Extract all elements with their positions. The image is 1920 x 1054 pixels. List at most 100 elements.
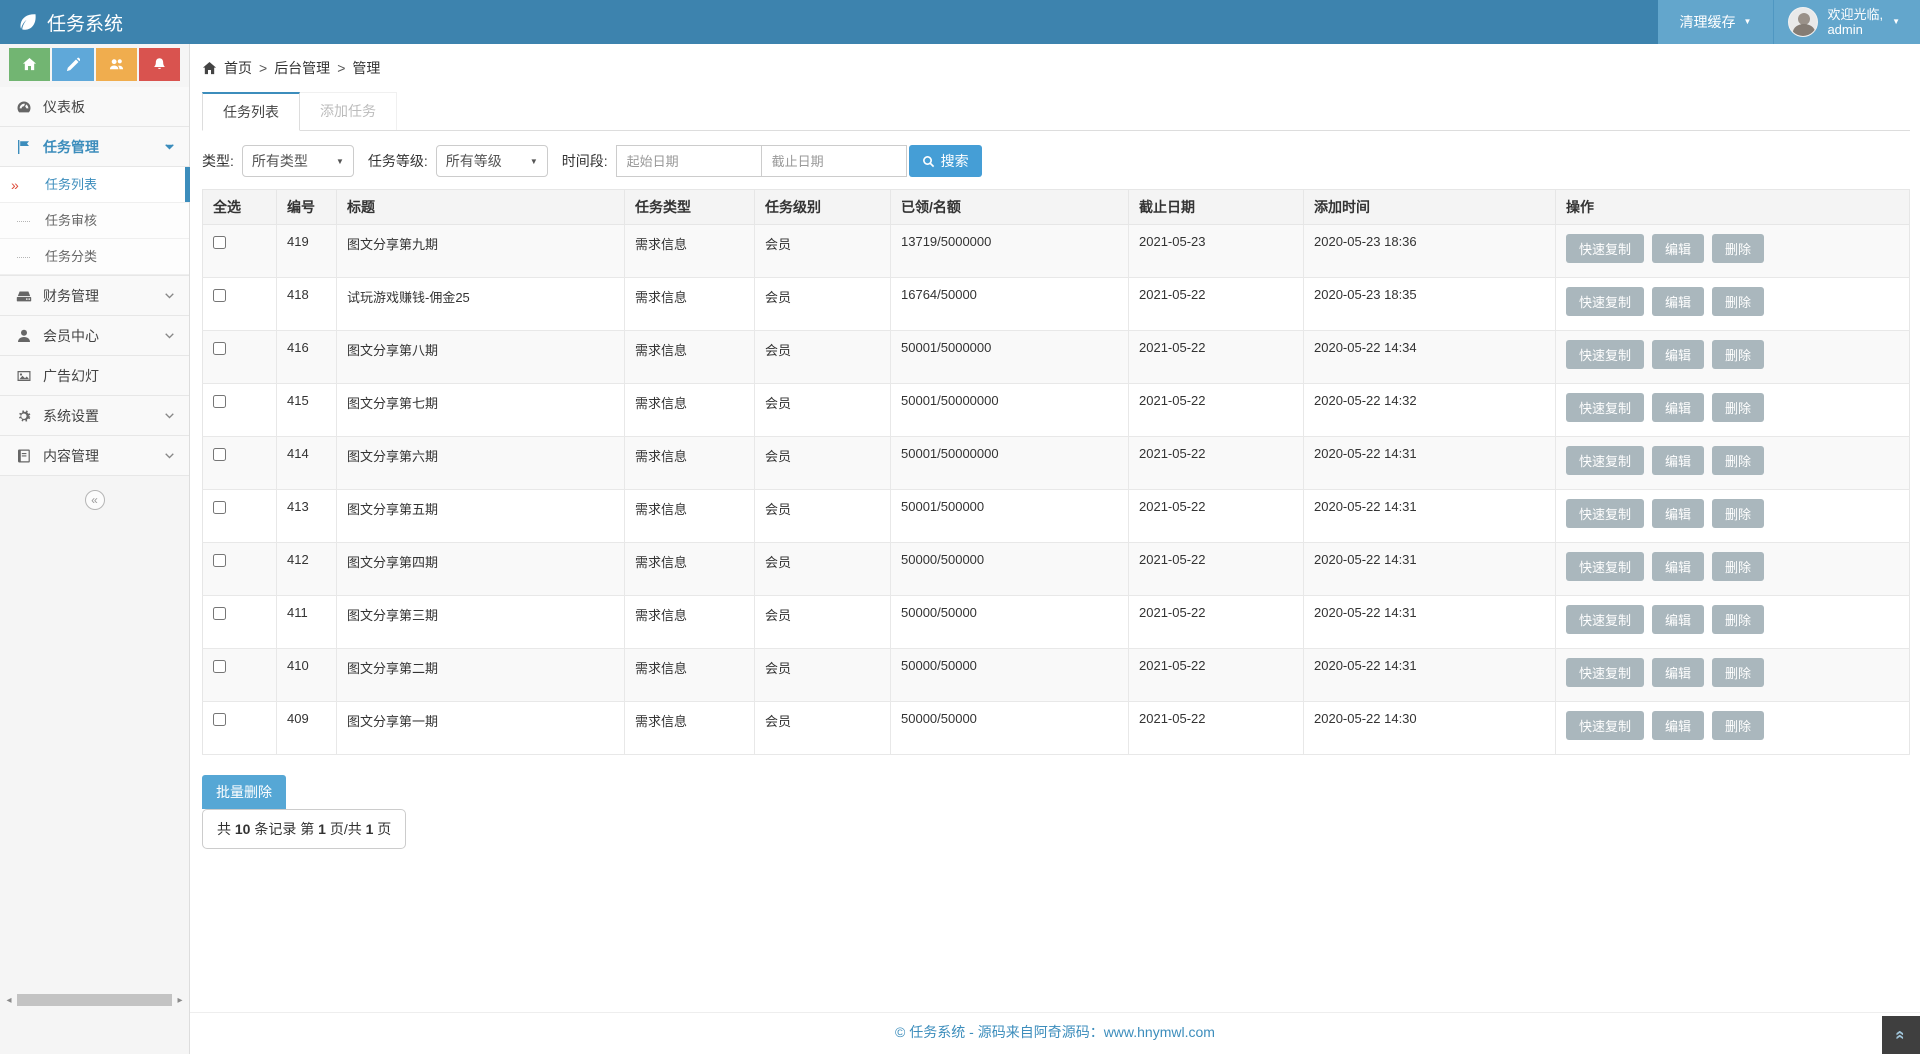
edit-task-button[interactable]: 编辑 (1652, 393, 1704, 422)
row-checkbox[interactable] (213, 448, 226, 461)
type-select[interactable]: 所有类型 ▼ (242, 145, 354, 177)
sidebar-item-task-list[interactable]: » 任务列表 (0, 167, 189, 203)
cell-title: 试玩游戏赚钱-佣金25 (337, 278, 625, 331)
breadcrumb-item[interactable]: 后台管理 (274, 58, 330, 78)
row-checkbox[interactable] (213, 501, 226, 514)
delete-task-button[interactable]: 删除 (1712, 658, 1764, 687)
edit-task-button[interactable]: 编辑 (1652, 658, 1704, 687)
scroll-right-icon[interactable]: ▸ (174, 995, 186, 1006)
table-row: 411图文分享第三期需求信息会员50000/500002021-05-22202… (203, 596, 1910, 649)
cell-deadline: 2021-05-23 (1129, 225, 1304, 278)
username: admin (1827, 22, 1883, 37)
row-checkbox[interactable] (213, 395, 226, 408)
row-checkbox[interactable] (213, 660, 226, 673)
table-row: 412图文分享第四期需求信息会员50000/5000002021-05-2220… (203, 543, 1910, 596)
cell-added-time: 2020-05-22 14:30 (1304, 702, 1556, 755)
tab-task-list[interactable]: 任务列表 (202, 92, 300, 131)
topbar-spacer (141, 0, 1658, 44)
copy-task-button[interactable]: 快速复制 (1566, 340, 1644, 369)
delete-task-button[interactable]: 删除 (1712, 552, 1764, 581)
delete-task-button[interactable]: 删除 (1712, 393, 1764, 422)
row-checkbox[interactable] (213, 289, 226, 302)
edit-task-button[interactable]: 编辑 (1652, 499, 1704, 528)
copy-task-button[interactable]: 快速复制 (1566, 446, 1644, 475)
breadcrumb-item[interactable]: 管理 (352, 58, 380, 78)
edit-task-button[interactable]: 编辑 (1652, 552, 1704, 581)
sidebar-item-task-category[interactable]: 任务分类 (0, 239, 189, 275)
edit-task-button[interactable]: 编辑 (1652, 711, 1704, 740)
sidebar-item-task-review[interactable]: 任务审核 (0, 203, 189, 239)
cell-task-level: 会员 (755, 278, 891, 331)
cell-added-time: 2020-05-22 14:31 (1304, 437, 1556, 490)
scrollbar-thumb[interactable] (17, 994, 172, 1006)
batch-delete-button[interactable]: 批量删除 (202, 775, 286, 809)
level-filter-label: 任务等级: (368, 151, 428, 171)
users-quick-button[interactable] (96, 48, 137, 81)
cell-task-level: 会员 (755, 490, 891, 543)
chevron-down-icon (164, 139, 175, 155)
cell-actions: 快速复制编辑删除 (1556, 278, 1910, 331)
copy-task-button[interactable]: 快速复制 (1566, 287, 1644, 316)
tab-add-task[interactable]: 添加任务 (300, 92, 397, 130)
sidebar-item-finance[interactable]: 财务管理 (0, 276, 189, 316)
delete-task-button[interactable]: 删除 (1712, 287, 1764, 316)
delete-task-button[interactable]: 删除 (1712, 340, 1764, 369)
sidebar-item-task-management[interactable]: 任务管理 (0, 127, 189, 167)
cell-actions: 快速复制编辑删除 (1556, 702, 1910, 755)
app-brand[interactable]: 任务系统 (0, 0, 141, 44)
sidebar-hscrollbar[interactable]: ◂ ▸ (0, 992, 189, 1008)
cell-task-type: 需求信息 (625, 225, 755, 278)
row-checkbox[interactable] (213, 713, 226, 726)
copy-task-button[interactable]: 快速复制 (1566, 552, 1644, 581)
sidebar-item-ad-slides[interactable]: 广告幻灯 (0, 356, 189, 396)
breadcrumb-item[interactable]: 首页 (224, 58, 252, 78)
row-checkbox[interactable] (213, 236, 226, 249)
scroll-to-top-button[interactable]: « (1882, 1016, 1920, 1054)
user-menu[interactable]: 欢迎光临, admin ▼ (1774, 0, 1920, 44)
end-date-input[interactable] (761, 145, 907, 177)
delete-task-button[interactable]: 删除 (1712, 446, 1764, 475)
task-management-submenu: » 任务列表 任务审核 任务分类 (0, 167, 189, 276)
sidebar-item-system-settings[interactable]: 系统设置 (0, 396, 189, 436)
search-button[interactable]: 搜索 (909, 145, 982, 177)
record-summary: 共 10 条记录 第 1 页/共 1 页 (202, 809, 406, 849)
copy-task-button[interactable]: 快速复制 (1566, 711, 1644, 740)
copy-task-button[interactable]: 快速复制 (1566, 499, 1644, 528)
delete-task-button[interactable]: 删除 (1712, 605, 1764, 634)
clear-cache-button[interactable]: 清理缓存 ▼ (1658, 0, 1774, 44)
cell-id: 409 (277, 702, 337, 755)
column-task-level: 任务级别 (755, 190, 891, 225)
row-checkbox[interactable] (213, 554, 226, 567)
sidebar-item-dashboard[interactable]: 仪表板 (0, 87, 189, 127)
copy-task-button[interactable]: 快速复制 (1566, 658, 1644, 687)
cell-task-level: 会员 (755, 437, 891, 490)
delete-task-button[interactable]: 删除 (1712, 234, 1764, 263)
scroll-left-icon[interactable]: ◂ (3, 995, 15, 1006)
cell-deadline: 2021-05-22 (1129, 384, 1304, 437)
notifications-quick-button[interactable] (139, 48, 180, 81)
delete-task-button[interactable]: 删除 (1712, 711, 1764, 740)
copy-task-button[interactable]: 快速复制 (1566, 393, 1644, 422)
cell-deadline: 2021-05-22 (1129, 596, 1304, 649)
edit-task-button[interactable]: 编辑 (1652, 340, 1704, 369)
copy-task-button[interactable]: 快速复制 (1566, 234, 1644, 263)
sidebar-item-member-center[interactable]: 会员中心 (0, 316, 189, 356)
footer-text[interactable]: © 任务系统 - 源码来自阿奇源码：www.hnymwl.com (895, 1024, 1215, 1040)
delete-task-button[interactable]: 删除 (1712, 499, 1764, 528)
cell-deadline: 2021-05-22 (1129, 490, 1304, 543)
row-checkbox[interactable] (213, 607, 226, 620)
column-added-time: 添加时间 (1304, 190, 1556, 225)
copy-task-button[interactable]: 快速复制 (1566, 605, 1644, 634)
start-date-input[interactable] (616, 145, 762, 177)
edit-task-button[interactable]: 编辑 (1652, 234, 1704, 263)
edit-task-button[interactable]: 编辑 (1652, 446, 1704, 475)
sidebar-collapse-button[interactable]: « (85, 490, 105, 510)
home-quick-button[interactable] (9, 48, 50, 81)
sidebar-item-content-management[interactable]: 内容管理 (0, 436, 189, 476)
edit-quick-button[interactable] (52, 48, 93, 81)
level-select[interactable]: 所有等级 ▼ (436, 145, 548, 177)
app-title: 任务系统 (47, 9, 123, 36)
edit-task-button[interactable]: 编辑 (1652, 287, 1704, 316)
row-checkbox[interactable] (213, 342, 226, 355)
edit-task-button[interactable]: 编辑 (1652, 605, 1704, 634)
